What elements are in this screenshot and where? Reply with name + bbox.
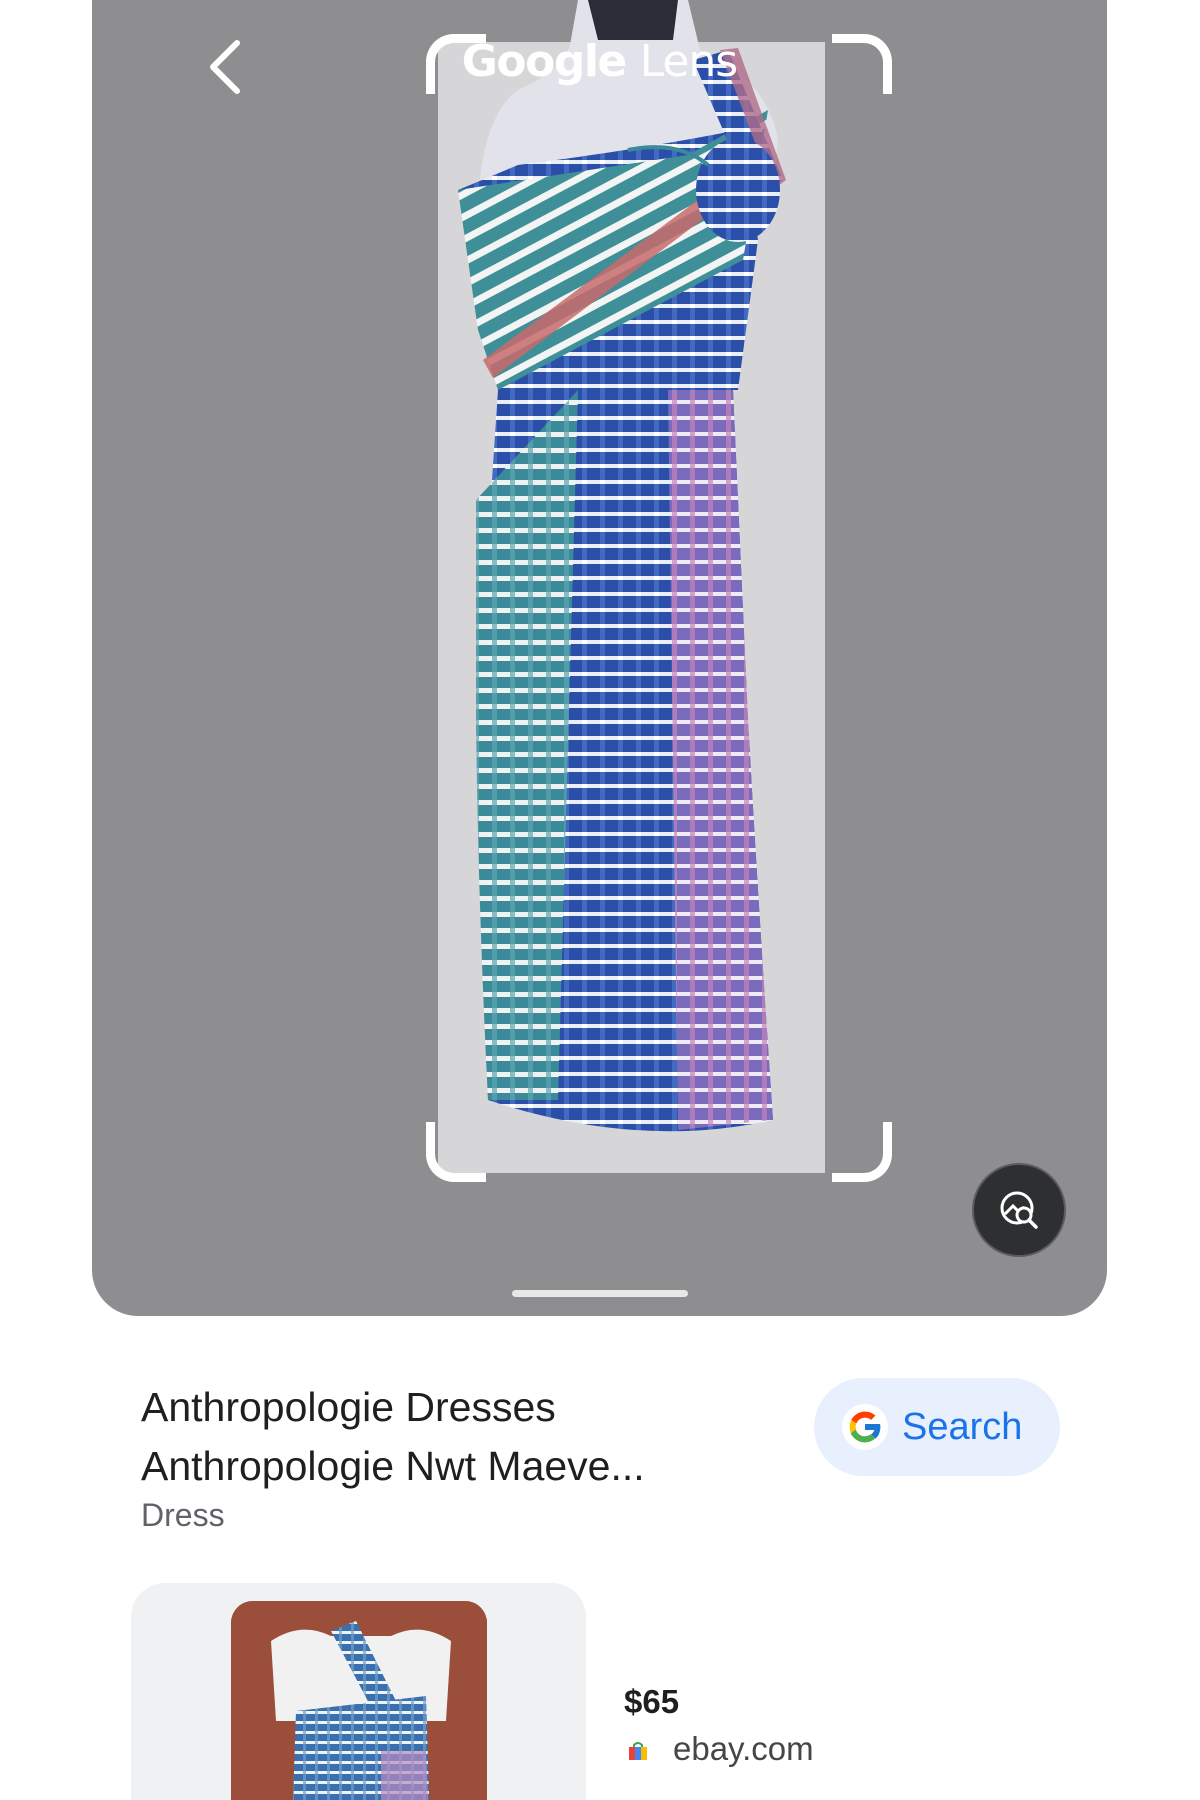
lens-brand-text: Lens (639, 36, 739, 87)
lens-image-viewer: Google Lens (92, 0, 1107, 1316)
shopping-bag-icon (629, 1742, 647, 1760)
merchant-name[interactable]: ebay.com (673, 1730, 814, 1768)
crop-handle-bottom-left[interactable] (426, 1122, 486, 1182)
sheet-drag-handle[interactable] (512, 1290, 688, 1297)
crop-handle-bottom-right[interactable] (832, 1122, 892, 1182)
result-category: Dress (141, 1497, 225, 1533)
product-price: $65 (624, 1683, 680, 1720)
result-title[interactable]: Anthropologie Dresses Anthropologie Nwt … (141, 1378, 741, 1496)
google-brand-text: Google (461, 36, 628, 87)
visual-search-button[interactable] (972, 1163, 1066, 1257)
product-card[interactable] (131, 1583, 586, 1800)
google-search-button[interactable]: Search (814, 1378, 1060, 1476)
image-search-icon (1000, 1191, 1038, 1229)
search-button-label: Search (902, 1405, 1023, 1448)
product-thumbnail (231, 1601, 487, 1800)
google-lens-title: Google Lens (92, 36, 1107, 87)
dress-photo (458, 0, 786, 1132)
google-g-icon (842, 1404, 888, 1450)
